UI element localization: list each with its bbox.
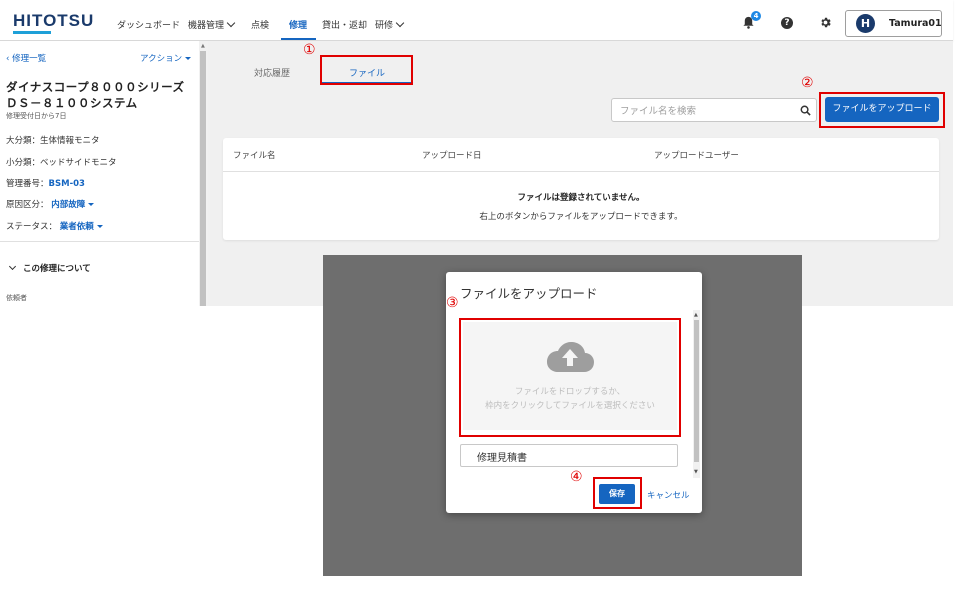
modal-title: ファイルをアップロード — [460, 286, 598, 301]
about-repair-toggle[interactable]: この修理について — [8, 262, 91, 274]
modal-scroll-down-icon[interactable]: ▼ — [694, 469, 698, 475]
about-label: この修理について — [23, 264, 91, 274]
status-field: ステータス： 業者依頼 — [6, 220, 103, 232]
column-header-upload-date[interactable]: アップロード日 — [422, 149, 482, 161]
annotation-marker-4: ④ — [570, 469, 583, 485]
column-header-filename[interactable]: ファイル名 — [233, 149, 276, 161]
empty-state-description: 右上のボタンからファイルをアップロードできます。 — [479, 212, 683, 222]
action-menu-button[interactable]: アクション — [140, 52, 192, 64]
cancel-button[interactable]: キャンセル — [647, 489, 690, 501]
repair-received-note: 修理受付日から7日 — [6, 112, 67, 120]
sidebar-scrollbar[interactable] — [199, 41, 208, 306]
gear-icon[interactable] — [819, 16, 832, 29]
chevron-down-icon — [226, 18, 236, 28]
back-link-label: 修理一覧 — [12, 54, 47, 64]
empty-state-title: ファイルは登録されていません。 — [517, 193, 645, 203]
status-value: 業者依頼 — [59, 222, 94, 232]
nav-equipment[interactable]: 機器管理 — [188, 18, 236, 31]
minor-category: 小分類：ベッドサイドモニタ — [6, 158, 117, 168]
table-header-divider — [223, 171, 939, 172]
user-menu-button[interactable]: H Tamura01 — [845, 10, 942, 37]
annotation-marker-1: ① — [303, 42, 316, 58]
cause-label: 原因区分： — [6, 200, 49, 210]
notification-badge: 4 — [751, 11, 761, 21]
cause-category: 原因区分： 内部故障 — [6, 198, 95, 210]
nav-inspection[interactable]: 点検 — [251, 18, 269, 31]
status-dropdown[interactable]: 業者依頼 — [60, 222, 103, 232]
major-category: 大分類：生体情報モニタ — [6, 136, 100, 146]
file-name-field[interactable] — [460, 444, 678, 467]
cause-value: 内部故障 — [51, 200, 86, 210]
annotation-box-dropzone — [459, 318, 681, 437]
status-label: ステータス： — [6, 222, 58, 232]
tab-history[interactable]: 対応履歴 — [254, 66, 290, 79]
file-table: ファイル名 アップロード日 アップロードユーザー ファイルは登録されていません。… — [223, 138, 939, 240]
chevron-down-icon — [395, 18, 405, 28]
file-search-box[interactable] — [611, 98, 817, 122]
action-label: アクション — [140, 54, 183, 64]
help-icon[interactable]: ? — [781, 17, 793, 29]
column-header-upload-user[interactable]: アップロードユーザー — [654, 149, 739, 161]
nav-equipment-label: 機器管理 — [188, 21, 225, 31]
modal-scroll-up-icon[interactable]: ▲ — [694, 312, 698, 318]
search-icon[interactable] — [800, 105, 811, 116]
cause-dropdown[interactable]: 内部故障 — [51, 200, 95, 210]
nav-training-label: 研修 — [375, 21, 394, 31]
file-name-input[interactable] — [475, 448, 669, 465]
caret-down-icon — [185, 57, 192, 60]
sidebar-divider — [0, 241, 199, 242]
logo-underline — [13, 31, 51, 34]
chevron-down-icon — [8, 262, 17, 271]
annotation-marker-3: ③ — [446, 295, 459, 311]
scrollbar-thumb[interactable] — [200, 51, 206, 306]
management-number-label: 管理番号： — [6, 179, 49, 189]
user-name: Tamura01 — [889, 18, 942, 29]
management-number: 管理番号：BSM-03 — [6, 177, 85, 189]
scroll-up-arrow-icon[interactable]: ▲ — [201, 43, 205, 49]
management-number-link[interactable]: BSM-03 — [49, 179, 85, 189]
requester-label: 依頼者 — [6, 294, 27, 302]
equipment-title: ダイナスコープ８０００シリーズ ＤＳ－８１００システム — [6, 80, 185, 110]
file-search-input[interactable] — [618, 102, 792, 120]
back-to-repair-list-link[interactable]: ‹ 修理一覧 — [6, 52, 46, 64]
nav-lending[interactable]: 貸出・返却 — [322, 18, 367, 31]
nav-dashboard[interactable]: ダッシュボード — [117, 18, 180, 31]
logo[interactable]: HITOTSU — [13, 11, 94, 31]
modal-scrollbar-thumb[interactable] — [694, 320, 699, 462]
annotation-box-save-button — [593, 477, 642, 509]
top-bar: HITOTSU ダッシュボード 機器管理 点検 修理 貸出・返却 研修 4 ? … — [0, 0, 953, 41]
nav-repair[interactable]: 修理 — [289, 18, 307, 31]
caret-down-icon — [88, 203, 95, 206]
modal-scrollbar[interactable] — [693, 310, 700, 478]
annotation-box-upload-button — [819, 92, 945, 128]
nav-training[interactable]: 研修 — [375, 18, 405, 31]
annotation-box-file-tab — [320, 55, 413, 85]
annotation-marker-2: ② — [801, 75, 814, 91]
caret-down-icon — [96, 225, 103, 228]
avatar: H — [856, 14, 875, 33]
nav-active-indicator — [281, 38, 316, 40]
